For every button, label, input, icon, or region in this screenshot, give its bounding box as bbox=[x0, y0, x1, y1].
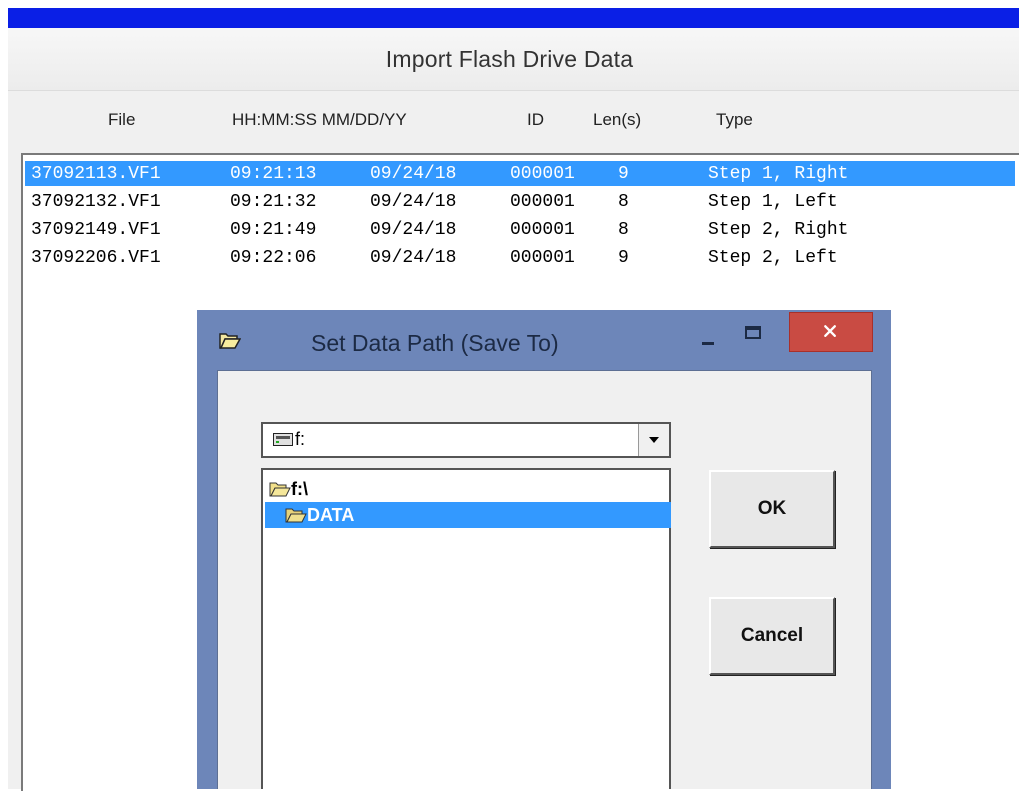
file-type: Step 2, Left bbox=[708, 248, 838, 268]
file-time: 09:22:06 bbox=[230, 248, 317, 268]
column-header-datetime: HH:MM:SS MM/DD/YY bbox=[232, 110, 407, 129]
drive-select[interactable]: f: bbox=[261, 422, 671, 458]
file-time: 09:21:13 bbox=[230, 164, 317, 184]
file-id: 000001 bbox=[510, 164, 575, 184]
column-header-length: Len(s) bbox=[593, 110, 642, 129]
tree-item-root[interactable]: f:\ bbox=[269, 476, 389, 502]
file-date: 09/24/18 bbox=[370, 220, 457, 240]
minimize-icon[interactable] bbox=[695, 324, 721, 350]
dropdown-button[interactable] bbox=[638, 424, 669, 456]
ok-button[interactable]: OK bbox=[709, 470, 835, 548]
file-row[interactable]: 37092113.VF1 09:21:13 09/24/18 000001 9 … bbox=[25, 161, 1015, 186]
file-name: 37092113.VF1 bbox=[31, 164, 161, 184]
folder-tree[interactable]: f:\ DATA bbox=[261, 468, 671, 789]
folder-open-icon bbox=[219, 333, 241, 349]
set-data-path-dialog: Set Data Path (Save To) f: f:\ DATA OK C… bbox=[197, 310, 891, 789]
file-row[interactable]: 37092132.VF1 09:21:32 09/24/18 000001 8 … bbox=[25, 189, 1015, 214]
file-row[interactable]: 37092149.VF1 09:21:49 09/24/18 000001 8 … bbox=[25, 217, 1015, 242]
close-icon bbox=[824, 325, 836, 337]
page-title: Import Flash Drive Data bbox=[385, 46, 634, 72]
dialog-title: Set Data Path (Save To) bbox=[311, 330, 559, 356]
accent-strip bbox=[8, 8, 1019, 28]
file-length: 9 bbox=[618, 248, 629, 268]
tree-item-data[interactable]: DATA bbox=[265, 502, 671, 528]
top-accent-bar bbox=[0, 0, 1019, 28]
file-date: 09/24/18 bbox=[370, 248, 457, 268]
drive-value: f: bbox=[295, 429, 306, 449]
drive-icon bbox=[273, 433, 293, 446]
file-name: 37092149.VF1 bbox=[31, 220, 161, 240]
file-time: 09:21:32 bbox=[230, 192, 317, 212]
file-length: 8 bbox=[618, 220, 629, 240]
dialog-titlebar[interactable]: Set Data Path (Save To) bbox=[197, 310, 891, 368]
file-name: 37092132.VF1 bbox=[31, 192, 161, 212]
folder-icon bbox=[285, 508, 307, 523]
column-header-file: File bbox=[108, 110, 136, 129]
file-name: 37092206.VF1 bbox=[31, 248, 161, 268]
file-type: Step 1, Right bbox=[708, 164, 849, 184]
file-date: 09/24/18 bbox=[370, 164, 457, 184]
folder-open-icon bbox=[269, 482, 291, 497]
file-type: Step 2, Right bbox=[708, 220, 849, 240]
tree-item-label: f:\ bbox=[291, 479, 308, 499]
file-length: 8 bbox=[618, 192, 629, 212]
file-length: 9 bbox=[618, 164, 629, 184]
column-header-id: ID bbox=[527, 110, 544, 129]
cancel-button[interactable]: Cancel bbox=[709, 597, 835, 675]
tree-item-label: DATA bbox=[307, 505, 355, 525]
file-id: 000001 bbox=[510, 220, 575, 240]
dropdown-arrow-icon bbox=[649, 437, 659, 443]
file-id: 000001 bbox=[510, 248, 575, 268]
column-header-type: Type bbox=[716, 110, 753, 129]
file-type: Step 1, Left bbox=[708, 192, 838, 212]
file-time: 09:21:49 bbox=[230, 220, 317, 240]
close-button[interactable] bbox=[789, 312, 873, 352]
maximize-icon[interactable] bbox=[739, 320, 767, 346]
file-id: 000001 bbox=[510, 192, 575, 212]
file-date: 09/24/18 bbox=[370, 192, 457, 212]
file-row[interactable]: 37092206.VF1 09:22:06 09/24/18 000001 9 … bbox=[25, 245, 1015, 270]
